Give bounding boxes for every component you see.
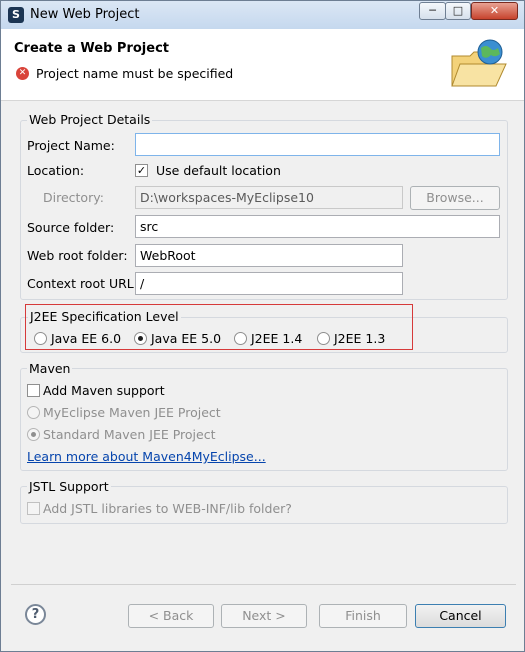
next-button[interactable]: Next > bbox=[221, 604, 307, 628]
learn-more-maven-link[interactable]: Learn more about Maven4MyEclipse... bbox=[27, 449, 266, 464]
j2ee-1-4-label: J2EE 1.4 bbox=[251, 331, 303, 346]
add-jstl-libraries-label: Add JSTL libraries to WEB-INF/lib folder… bbox=[43, 501, 292, 516]
error-icon: ✕ bbox=[16, 67, 29, 80]
help-icon[interactable]: ? bbox=[25, 604, 46, 625]
context-root-url-input[interactable]: / bbox=[135, 272, 403, 295]
cancel-button[interactable]: Cancel bbox=[415, 604, 506, 628]
close-button[interactable]: ✕ bbox=[471, 2, 518, 20]
j2ee-title: J2EE Specification Level bbox=[28, 309, 181, 324]
add-maven-support-label: Add Maven support bbox=[43, 383, 165, 398]
web-root-folder-input[interactable]: WebRoot bbox=[135, 244, 403, 267]
web-project-details-title: Web Project Details bbox=[27, 112, 153, 127]
new-web-project-window: S New Web Project ─ □ ✕ Create a Web Pro… bbox=[0, 0, 525, 652]
error-message: Project name must be specified bbox=[36, 66, 234, 81]
jstl-title: JSTL Support bbox=[27, 479, 111, 494]
add-maven-support-checkbox[interactable] bbox=[27, 384, 40, 397]
add-jstl-libraries-checkbox[interactable] bbox=[27, 502, 40, 515]
use-default-location-label: Use default location bbox=[156, 163, 281, 178]
myeclipse-maven-jee-radio[interactable] bbox=[27, 406, 40, 419]
title-bar[interactable]: S New Web Project ─ □ ✕ bbox=[1, 1, 524, 29]
java-ee-6-radio[interactable] bbox=[34, 332, 47, 345]
use-default-location-checkbox[interactable]: ✓ bbox=[135, 164, 148, 177]
j2ee-1-4-radio[interactable] bbox=[234, 332, 247, 345]
web-root-folder-label: Web root folder: bbox=[27, 248, 128, 263]
j2ee-1-3-radio[interactable] bbox=[317, 332, 330, 345]
context-root-url-label: Context root URL: bbox=[27, 276, 138, 291]
web-project-folder-icon bbox=[451, 39, 507, 87]
location-label: Location: bbox=[27, 163, 85, 178]
java-ee-6-label: Java EE 6.0 bbox=[51, 331, 122, 346]
java-ee-5-radio[interactable] bbox=[134, 332, 147, 345]
directory-input[interactable]: D:\workspaces-MyEclipse10 bbox=[135, 186, 403, 209]
browse-button[interactable]: Browse... bbox=[410, 186, 500, 210]
maven-title: Maven bbox=[27, 361, 73, 376]
minimize-button[interactable]: ─ bbox=[419, 2, 446, 20]
project-name-label: Project Name: bbox=[27, 138, 115, 153]
project-name-input[interactable] bbox=[135, 133, 500, 156]
wizard-heading: Create a Web Project bbox=[14, 41, 169, 56]
source-folder-label: Source folder: bbox=[27, 220, 115, 235]
myeclipse-maven-jee-label: MyEclipse Maven JEE Project bbox=[43, 405, 221, 420]
directory-label: Directory: bbox=[43, 190, 104, 205]
standard-maven-jee-label: Standard Maven JEE Project bbox=[43, 427, 216, 442]
standard-maven-jee-radio[interactable] bbox=[27, 428, 40, 441]
footer-separator bbox=[11, 584, 516, 585]
wizard-banner: Create a Web Project ✕ Project name must… bbox=[1, 29, 524, 101]
myeclipse-app-icon: S bbox=[8, 7, 24, 23]
maximize-button[interactable]: □ bbox=[445, 2, 471, 20]
source-folder-input[interactable]: src bbox=[135, 215, 500, 238]
java-ee-5-label: Java EE 5.0 bbox=[151, 331, 222, 346]
j2ee-1-3-label: J2EE 1.3 bbox=[334, 331, 386, 346]
finish-button[interactable]: Finish bbox=[319, 604, 407, 628]
window-title: New Web Project bbox=[30, 7, 140, 22]
back-button[interactable]: < Back bbox=[128, 604, 214, 628]
